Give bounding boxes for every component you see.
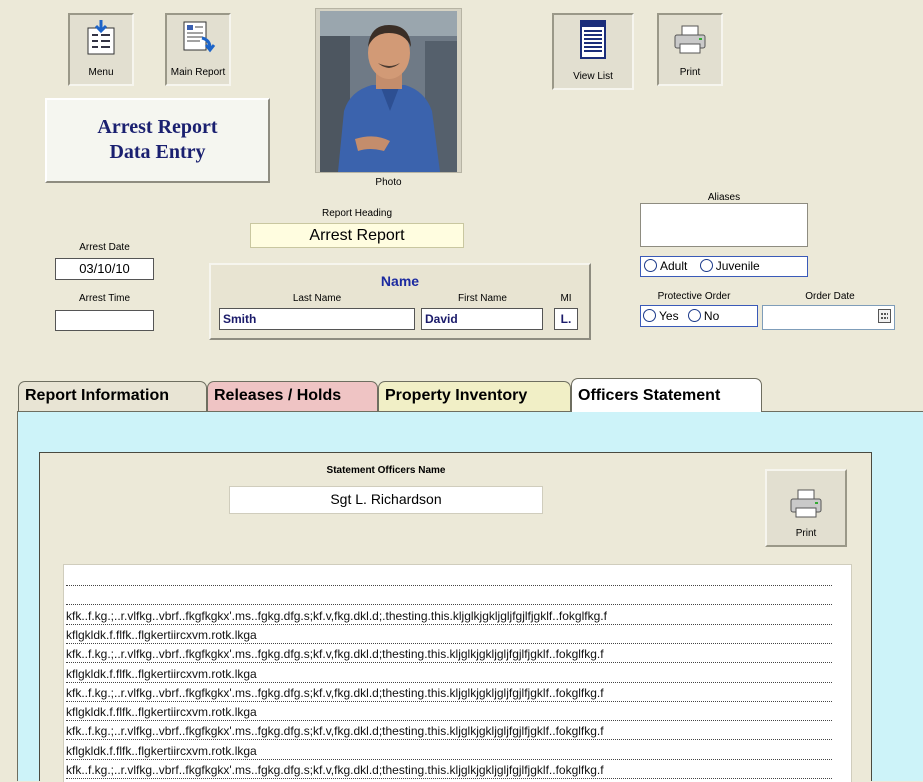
person-photo [320,11,457,172]
statement-line: kfk..f.kg.;..r.vlfkg..vbrf..fkgfkgkx'.ms… [66,608,832,625]
statement-line: kfk..f.kg.;..r.vlfkg..vbrf..fkgfkgkx'.ms… [66,762,832,779]
juvenile-radio[interactable]: Juvenile [699,259,760,273]
statement-line: kflgkldk.f.flfk..flgkertiircxvm.rotk.lkg… [66,627,832,644]
statement-line: kflgkldk.f.flfk..flgkertiircxvm.rotk.lkg… [66,704,832,722]
arrest-time-label: Arrest Time [78,293,131,304]
first-name-field[interactable]: David [421,308,543,330]
statement-line: kflgkldk.f.flfk..flgkertiircxvm.rotk.lkg… [66,666,832,683]
order-date-field[interactable] [762,305,895,330]
no-radio[interactable]: No [687,309,720,323]
order-date-label: Order Date [805,291,855,302]
juvenile-label: Juvenile [715,259,760,273]
menu-icon [84,20,118,59]
statement-officer-field[interactable]: Sgt L. Richardson [229,486,543,514]
menu-label: Menu [88,67,114,78]
statement-line: kfk..f.kg.;..r.vlfkg..vbrf..fkgfkgkx'.ms… [66,723,832,741]
report-heading-label: Report Heading [321,208,393,219]
statement-line: kflgkldk.f.flfk..flgkertiircxvm.rotk.lkg… [66,743,832,760]
form-title: Arrest Report Data Entry [45,98,270,183]
calendar-icon[interactable] [878,309,891,323]
aliases-label: Aliases [707,192,741,203]
tab-officers-statement[interactable]: Officers Statement [571,378,762,412]
statement-text-area[interactable]: kfk..f.kg.;..r.vlfkg..vbrf..fkgfkgkx'.ms… [63,564,852,782]
yes-label: Yes [659,309,679,323]
name-group: Name Last Name Smith First Name David MI… [209,263,591,340]
age-group-radio-group: Adult Juvenile [640,256,808,277]
print-label: Print [679,67,701,78]
statement-line: kfk..f.kg.;..r.vlfkg..vbrf..fkgfkgkx'.ms… [66,646,832,664]
adult-radio[interactable]: Adult [644,259,687,273]
statement-line: kfk..f.kg.;..r.vlfkg..vbrf..fkgfkgkx'.ms… [66,685,832,702]
last-name-field[interactable]: Smith [219,308,415,330]
tab-property-inventory[interactable]: Property Inventory [378,381,571,411]
aliases-field[interactable] [640,203,808,247]
list-icon [578,20,608,63]
mi-label: MI [560,293,572,304]
arrest-date-field[interactable]: 03/10/10 [55,258,154,280]
view-list-label: View List [573,71,613,82]
form-title-line1: Arrest Report [97,116,218,138]
first-name-label: First Name [458,293,507,304]
statement-line [66,588,832,606]
name-title: Name [380,273,420,289]
form-title-line2: Data Entry [109,141,206,163]
report-heading-field[interactable]: Arrest Report [250,223,464,248]
statement-line [66,569,832,586]
statement-print-label: Print [795,528,817,539]
arrest-date-label: Arrest Date [79,242,130,253]
main-report-button[interactable]: Main Report [165,13,231,86]
tab-releases-holds[interactable]: Releases / Holds [207,381,378,411]
tab-report-information[interactable]: Report Information [18,381,207,411]
main-report-label: Main Report [170,67,226,78]
protective-order-radio-group: Yes No [640,305,758,327]
printer-icon [789,489,823,522]
statement-panel: Statement Officers Name Sgt L. Richardso… [39,452,872,782]
printer-icon [673,25,707,58]
photo-label: Photo [375,177,402,188]
menu-button[interactable]: Menu [68,13,134,86]
last-name-label: Last Name [292,293,342,304]
yes-radio[interactable]: Yes [643,309,679,323]
photo-frame[interactable] [315,8,462,173]
statement-print-button[interactable]: Print [765,469,847,547]
no-label: No [703,309,720,323]
arrest-time-field[interactable] [55,310,154,331]
view-list-button[interactable]: View List [552,13,634,90]
adult-label: Adult [660,259,688,273]
protective-order-label: Protective Order [657,291,731,302]
main-report-icon [180,20,216,59]
print-button[interactable]: Print [657,13,723,86]
statement-officer-label: Statement Officers Name [326,465,446,476]
mi-field[interactable]: L. [554,308,578,330]
